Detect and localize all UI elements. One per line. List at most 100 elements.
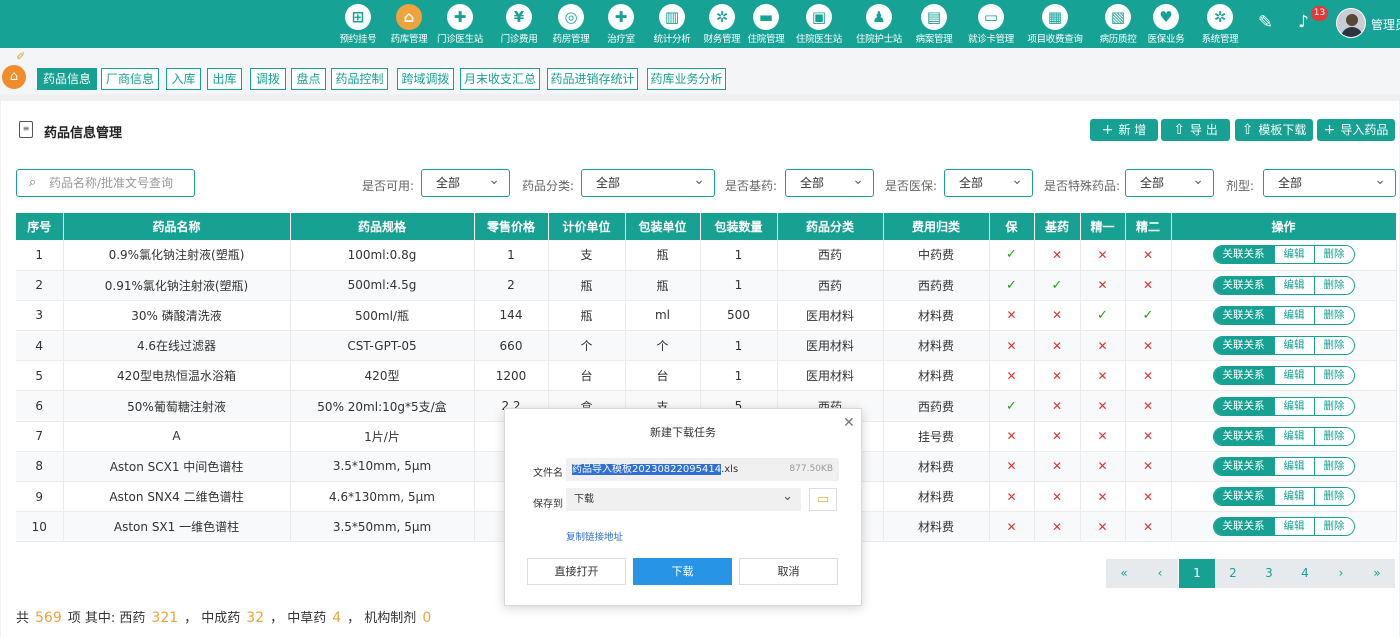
page-6[interactable]: ›	[1323, 559, 1359, 588]
relation-button[interactable]: 关联关系	[1213, 367, 1274, 385]
tab-4[interactable]: 调拨	[250, 68, 286, 90]
tab-6[interactable]: 药品控制	[331, 68, 388, 90]
tab-8[interactable]: 月末收支汇总	[460, 68, 540, 90]
page-5[interactable]: 4	[1287, 559, 1323, 588]
tab-2[interactable]: 入库	[166, 68, 201, 90]
table-cell: 医用材料	[777, 360, 884, 392]
delete-button[interactable]: 删除	[1313, 488, 1354, 506]
tab-3[interactable]: 出库	[207, 68, 242, 90]
table-cell: 1	[474, 240, 549, 271]
page-1[interactable]: ‹	[1142, 559, 1178, 588]
export-button[interactable]: ⇧ 导 出	[1161, 119, 1230, 141]
search-input[interactable]	[49, 174, 189, 192]
page-7[interactable]: »	[1359, 559, 1395, 588]
edit-button[interactable]: 编辑	[1273, 276, 1314, 294]
delete-button[interactable]: 删除	[1313, 367, 1354, 385]
edit-button[interactable]: 编辑	[1273, 246, 1314, 264]
column-header: 药品名称	[63, 213, 291, 240]
delete-button[interactable]: 删除	[1313, 427, 1354, 445]
nav-label: 门诊医生站	[436, 34, 483, 45]
open-directly-button[interactable]: 直接打开	[527, 558, 626, 585]
table-cell: 8	[16, 451, 64, 483]
delete-button[interactable]: 删除	[1313, 246, 1354, 264]
filter-insurance-select[interactable]: 全部	[944, 167, 1033, 197]
table-cell: 材料费	[883, 511, 990, 543]
table-row: 3 30% 磷酸清洗液 500ml/瓶 144 瓶 ml 500 医用材料 材料费 ✕ ✕ ✓ ✓ 关联关…	[16, 300, 1397, 332]
close-icon[interactable]: ✕	[843, 415, 855, 431]
tab-7[interactable]: 跨域调拨	[397, 68, 454, 90]
filename-field[interactable]: 药品导入模板20230822095414.xls 877.50KB	[566, 458, 839, 481]
filter-basic-select[interactable]: 全部	[785, 167, 874, 197]
edit-button[interactable]: 编辑	[1273, 306, 1314, 324]
tab-5[interactable]: 盘点	[291, 68, 326, 90]
table-cell: 3.5*10mm, 5μm	[290, 451, 475, 483]
filter-category-select[interactable]: 全部	[581, 167, 715, 197]
relation-button[interactable]: 关联关系	[1213, 246, 1274, 264]
page-4[interactable]: 3	[1251, 559, 1287, 588]
tab-10[interactable]: 药库业务分析	[647, 68, 726, 90]
delete-button[interactable]: 删除	[1313, 457, 1354, 475]
nav-item-9[interactable]: ▣ 住院医生站	[786, 2, 852, 46]
saveto-select[interactable]: 下载	[566, 485, 801, 511]
copy-link[interactable]: 复制链接地址	[566, 529, 623, 543]
delete-button[interactable]: 删除	[1313, 337, 1354, 355]
tab-9[interactable]: 药品进销存统计	[547, 68, 638, 90]
relation-button[interactable]: 关联关系	[1213, 457, 1274, 475]
page-2[interactable]: 1	[1179, 559, 1215, 588]
edit-button[interactable]: 编辑	[1273, 518, 1314, 536]
delete-button[interactable]: 删除	[1313, 276, 1354, 294]
top-nav-bar: ⊞ 预约挂号 ⌂ 药库管理 ✚ 门诊医生站 ¥ 门诊费用 ◎ 药房管理 ✚ 治疗室 ▥ 统计分析 ✲ 财务管理…	[0, 0, 1400, 48]
edit-button[interactable]: 编辑	[1273, 337, 1314, 355]
table-cell: 挂号费	[883, 421, 990, 452]
relation-button[interactable]: 关联关系	[1213, 488, 1274, 506]
cross-icon: ✕	[1142, 338, 1154, 353]
column-header: 精一	[1080, 213, 1126, 240]
flag-cell: ✕	[1080, 390, 1126, 422]
relation-button[interactable]: 关联关系	[1213, 427, 1274, 445]
table-cell: 1	[700, 360, 778, 392]
nav-item-12[interactable]: ▭ 就诊卡管理	[958, 2, 1024, 46]
filter-special-select[interactable]: 全部	[1125, 167, 1214, 197]
avatar[interactable]	[1336, 8, 1366, 38]
flag-cell: ✕	[1034, 390, 1081, 422]
table-cell: 材料费	[883, 481, 990, 513]
user-name[interactable]: 管理员	[1371, 16, 1400, 33]
page-0[interactable]: «	[1106, 559, 1142, 588]
dialog-title: 新建下载任务	[650, 426, 716, 439]
relation-button[interactable]: 关联关系	[1213, 397, 1274, 415]
import-button[interactable]: + 导入药品	[1317, 119, 1395, 141]
tab-0[interactable]: 药品信息	[37, 68, 97, 90]
edit-button[interactable]: 编辑	[1273, 397, 1314, 415]
edit-button[interactable]: 编辑	[1273, 488, 1314, 506]
folder-icon[interactable]: ▭	[809, 488, 837, 511]
table-row: 5 420型电热恒温水浴箱 420型 1200 台台 1 医用材料 材料费 ✕ ✕ ✕ ✕ 关联关系 编辑…	[16, 360, 1397, 392]
cancel-button[interactable]: 取消	[739, 558, 838, 585]
pen-icon[interactable]: ✎	[1258, 12, 1273, 33]
delete-button[interactable]: 删除	[1313, 397, 1354, 415]
template-download-button[interactable]: ⇧ 模板下载	[1235, 119, 1313, 141]
nav-item-2[interactable]: ✚ 门诊医生站	[427, 2, 493, 46]
page-3[interactable]: 2	[1215, 559, 1251, 588]
relation-button[interactable]: 关联关系	[1213, 337, 1274, 355]
filter-available-select[interactable]: 全部	[421, 167, 510, 197]
home-icon[interactable]: ⌂	[2, 65, 26, 89]
cross-icon: ✕	[1006, 489, 1017, 504]
relation-button[interactable]: 关联关系	[1213, 306, 1274, 324]
search-icon: ⌕	[29, 175, 37, 190]
filter-form-select[interactable]: 全部	[1263, 167, 1396, 197]
broom-icon[interactable]: ✐	[16, 50, 25, 63]
nav-item-16[interactable]: ✲ 系统管理	[1187, 2, 1253, 46]
actions-cell: 关联关系 编辑 删除	[1171, 300, 1397, 332]
tab-1[interactable]: 厂商信息	[101, 68, 159, 90]
relation-button[interactable]: 关联关系	[1213, 276, 1274, 294]
relation-button[interactable]: 关联关系	[1213, 518, 1274, 536]
download-button[interactable]: 下载	[633, 558, 732, 585]
delete-button[interactable]: 删除	[1313, 306, 1354, 324]
edit-button[interactable]: 编辑	[1273, 427, 1314, 445]
edit-button[interactable]: 编辑	[1273, 367, 1314, 385]
add-button[interactable]: + 新 增	[1090, 119, 1158, 141]
delete-button[interactable]: 删除	[1313, 518, 1354, 536]
nav-item-13[interactable]: ▦ 项目收费查询	[1022, 2, 1088, 46]
herbal-count: 4	[332, 610, 342, 626]
edit-button[interactable]: 编辑	[1273, 457, 1314, 475]
